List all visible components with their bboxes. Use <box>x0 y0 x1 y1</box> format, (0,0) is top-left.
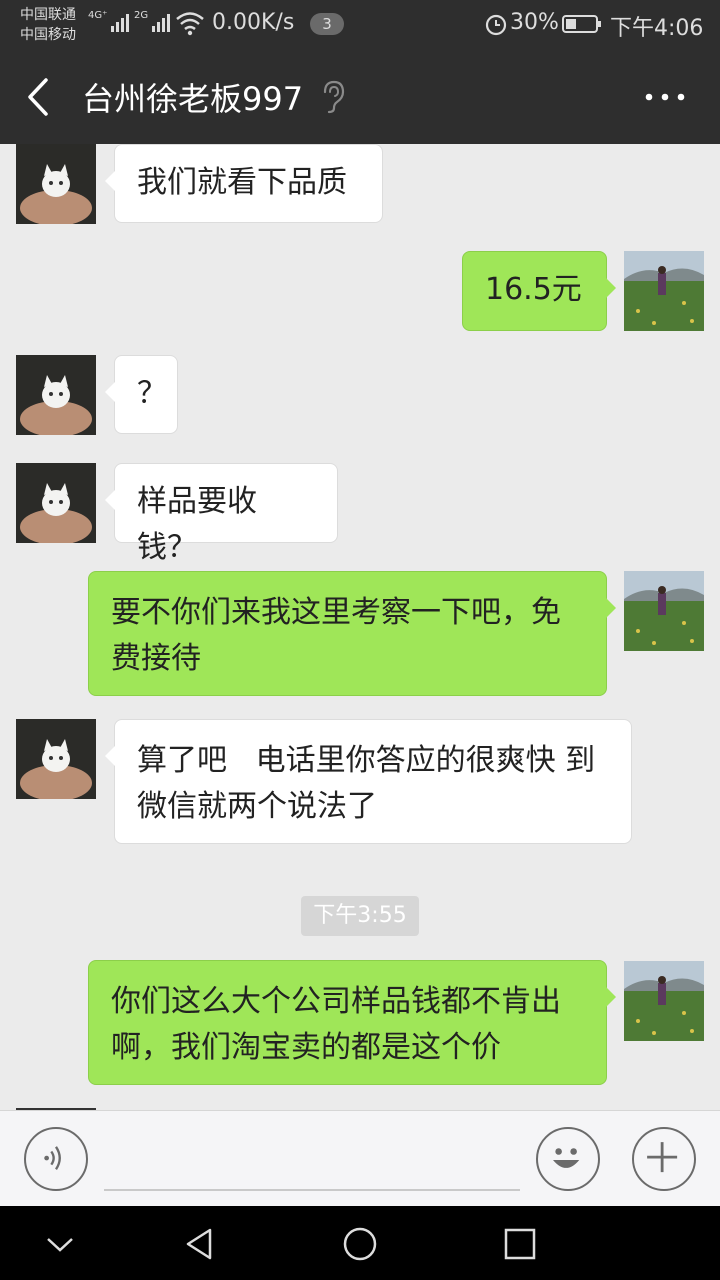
more-dots-icon[interactable] <box>640 86 690 108</box>
message-text-input[interactable] <box>104 1131 520 1191</box>
message-text: ？ <box>137 376 167 411</box>
field-avatar-icon <box>624 571 704 651</box>
field-avatar-icon <box>624 961 704 1041</box>
my-avatar[interactable] <box>624 251 704 331</box>
emoji-icon <box>553 1148 580 1168</box>
chat-message-list[interactable]: 我们就看下品质 16.5元 ？ 样品要收钱？ 要不你们来我这里考察一下吧，免 费… <box>0 144 720 1110</box>
recents-square-icon[interactable] <box>500 1224 540 1264</box>
message-text: 16.5元 <box>485 272 582 307</box>
network-speed: 0.00K/s <box>212 10 295 35</box>
message-bubble-incoming[interactable]: 我们就看下品质 <box>105 144 383 223</box>
home-circle-icon[interactable] <box>340 1224 380 1264</box>
message-text-line: 算了吧 电话里你答应的很爽快 到 <box>137 743 596 778</box>
kitten-avatar-icon <box>16 463 96 543</box>
message-text-line: 微信就两个说法了 <box>137 789 377 824</box>
chat-title: 台州徐老板997 <box>82 80 304 118</box>
status-clock: 下午4:06 <box>610 16 704 41</box>
message-text: 样品要收钱？ <box>137 484 257 565</box>
wifi-icon <box>176 12 204 36</box>
notification-count-badge: 3 <box>310 13 344 35</box>
message-text-line: 要不你们来我这里考察一下吧，免 <box>111 595 561 630</box>
emoji-button[interactable] <box>536 1127 600 1191</box>
chevron-left-icon[interactable] <box>20 74 60 120</box>
message-bubble-incoming[interactable]: ？ <box>105 355 178 434</box>
alarm-icon <box>485 14 507 36</box>
chevron-down-icon[interactable] <box>40 1224 80 1264</box>
message-bubble-outgoing[interactable]: 16.5元 <box>462 251 616 331</box>
contact-avatar[interactable] <box>16 463 96 543</box>
message-bubble-incoming[interactable]: 样品要收钱？ <box>105 463 338 565</box>
message-bubble-outgoing[interactable]: 要不你们来我这里考察一下吧，免 费接待 <box>88 571 616 696</box>
field-avatar-icon <box>624 251 704 331</box>
signal-2g-icon: 2G <box>134 10 171 32</box>
contact-avatar[interactable] <box>16 144 96 224</box>
contact-avatar[interactable] <box>16 719 96 799</box>
carrier-2: 中国移动 <box>20 27 76 43</box>
system-nav-bar <box>0 1206 720 1280</box>
battery-percent: 30% <box>510 10 559 35</box>
message-text-line: 你们这么大个公司样品钱都不肯出 <box>111 984 561 1019</box>
message-input-bar <box>0 1110 720 1206</box>
back-triangle-icon[interactable] <box>180 1224 220 1264</box>
chat-header: 台州徐老板997 <box>0 50 720 144</box>
message-text-line: 啊，我们淘宝卖的都是这个价 <box>111 1030 501 1065</box>
signal-4g-icon: 4G⁺ <box>88 10 130 32</box>
message-bubble-incoming[interactable]: 算了吧 电话里你答应的很爽快 到 微信就两个说法了 <box>105 719 632 844</box>
carrier-1: 中国联通 <box>20 7 76 23</box>
message-text: 我们就看下品质 <box>137 165 347 200</box>
voice-icon <box>44 1146 61 1170</box>
status-bar: 中国联通 中国移动 4G⁺ 2G 0.00K/s 3 30% 下午4:06 <box>0 0 720 50</box>
my-avatar[interactable] <box>624 571 704 651</box>
plus-button[interactable] <box>632 1127 696 1191</box>
message-text-line: 费接待 <box>111 641 201 676</box>
message-bubble-outgoing[interactable]: 你们这么大个公司样品钱都不肯出 啊，我们淘宝卖的都是这个价 <box>88 960 616 1085</box>
kitten-avatar-icon <box>16 355 96 435</box>
ear-icon <box>323 80 345 114</box>
my-avatar[interactable] <box>624 961 704 1041</box>
contact-avatar[interactable] <box>16 355 96 435</box>
plus-icon <box>647 1142 678 1173</box>
message-timestamp: 下午3:55 <box>301 896 419 936</box>
kitten-avatar-icon <box>16 144 96 224</box>
voice-button[interactable] <box>24 1127 88 1191</box>
kitten-avatar-icon <box>16 719 96 799</box>
carrier-names: 中国联通 中国移动 <box>20 5 76 45</box>
battery-icon <box>562 15 601 33</box>
